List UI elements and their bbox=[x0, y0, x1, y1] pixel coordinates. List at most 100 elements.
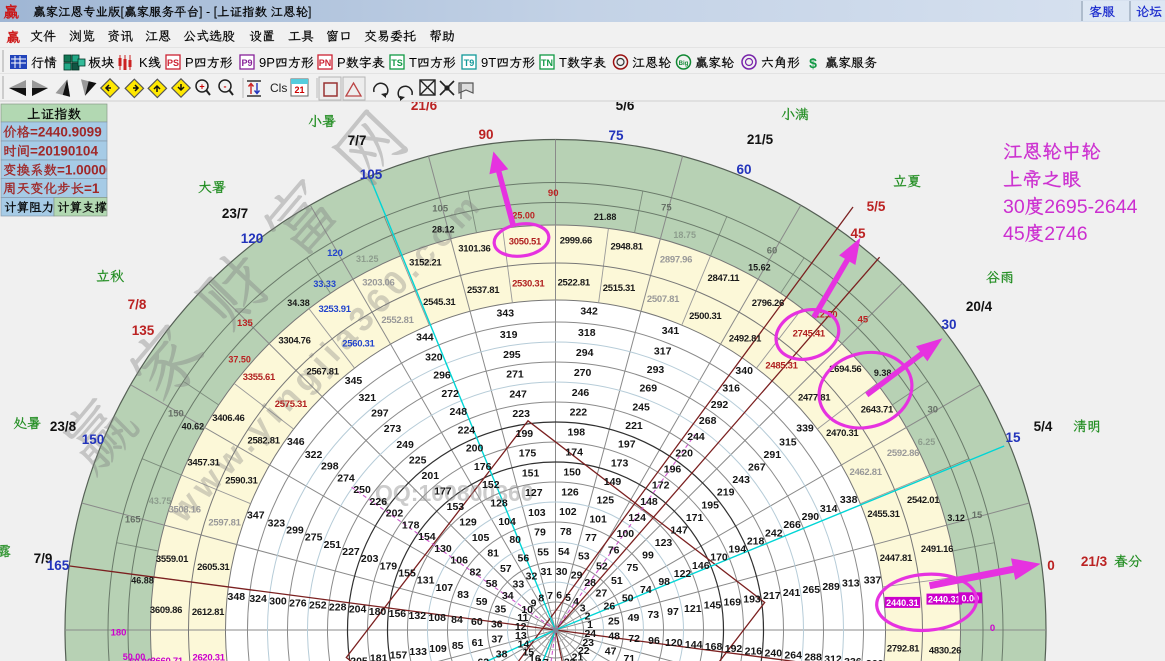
svg-text:223: 223 bbox=[512, 408, 530, 420]
svg-text:103: 103 bbox=[528, 507, 546, 519]
svg-text:293: 293 bbox=[647, 364, 665, 376]
svg-text:45: 45 bbox=[850, 226, 866, 241]
svg-text:76: 76 bbox=[608, 544, 620, 556]
svg-text:24: 24 bbox=[584, 628, 596, 640]
svg-text:294: 294 bbox=[576, 347, 594, 359]
svg-text:30: 30 bbox=[1003, 196, 1025, 218]
svg-text:2582.81: 2582.81 bbox=[247, 436, 280, 447]
svg-text:3457.31: 3457.31 bbox=[187, 457, 220, 468]
svg-text:131: 131 bbox=[417, 575, 435, 587]
svg-text:348: 348 bbox=[228, 591, 246, 603]
svg-text:315: 315 bbox=[779, 436, 797, 448]
svg-text:109: 109 bbox=[429, 643, 447, 655]
svg-text:248: 248 bbox=[450, 406, 468, 418]
svg-text:7: 7 bbox=[547, 590, 553, 602]
svg-text:2447.81: 2447.81 bbox=[880, 553, 913, 564]
svg-text:=20190104: =20190104 bbox=[30, 144, 98, 159]
svg-text:205: 205 bbox=[350, 656, 368, 661]
svg-text:135: 135 bbox=[132, 323, 155, 338]
svg-text:175: 175 bbox=[519, 448, 537, 460]
svg-text:2847.11: 2847.11 bbox=[708, 273, 741, 284]
svg-text:2455.31: 2455.31 bbox=[867, 509, 900, 520]
svg-text:75: 75 bbox=[661, 203, 672, 214]
svg-text:21.88: 21.88 bbox=[594, 212, 617, 222]
svg-text:299: 299 bbox=[286, 525, 304, 537]
svg-text:=2440.9099: =2440.9099 bbox=[30, 125, 102, 140]
svg-text:80: 80 bbox=[509, 534, 521, 546]
svg-text:298: 298 bbox=[321, 461, 339, 473]
svg-text:3050.51: 3050.51 bbox=[509, 236, 542, 247]
svg-text:58: 58 bbox=[486, 578, 498, 590]
svg-text:2477.81: 2477.81 bbox=[798, 392, 831, 403]
svg-text:Big: Big bbox=[679, 61, 689, 67]
svg-text:153: 153 bbox=[447, 501, 465, 513]
svg-text:33.33: 33.33 bbox=[313, 279, 336, 289]
svg-text:217: 217 bbox=[763, 590, 781, 602]
svg-text:196: 196 bbox=[664, 464, 682, 476]
svg-text:9T: 9T bbox=[481, 55, 496, 70]
svg-text:38: 38 bbox=[496, 649, 508, 661]
svg-text:31: 31 bbox=[540, 566, 552, 578]
svg-text:P: P bbox=[185, 55, 194, 70]
svg-text:3355.61: 3355.61 bbox=[243, 372, 276, 383]
svg-text:172: 172 bbox=[652, 480, 670, 492]
svg-text:242: 242 bbox=[765, 527, 783, 539]
svg-text:3152.21: 3152.21 bbox=[409, 258, 442, 269]
svg-text:25: 25 bbox=[608, 615, 620, 627]
svg-text:7/8: 7/8 bbox=[128, 297, 147, 312]
svg-text:246: 246 bbox=[572, 387, 590, 399]
svg-text:30: 30 bbox=[556, 566, 568, 578]
svg-text:275: 275 bbox=[305, 532, 323, 544]
svg-text:169: 169 bbox=[724, 597, 742, 609]
svg-text:270: 270 bbox=[574, 367, 592, 379]
svg-text:45: 45 bbox=[858, 315, 869, 326]
svg-text:3.12: 3.12 bbox=[947, 513, 965, 523]
svg-text:276: 276 bbox=[289, 597, 307, 609]
svg-text:2491.16: 2491.16 bbox=[921, 544, 953, 555]
svg-text:2492.81: 2492.81 bbox=[729, 333, 762, 344]
svg-text:6.25: 6.25 bbox=[918, 437, 936, 447]
svg-text:120: 120 bbox=[327, 248, 343, 259]
svg-text:104: 104 bbox=[498, 516, 516, 528]
svg-text:121: 121 bbox=[684, 603, 702, 615]
svg-text:201: 201 bbox=[422, 470, 440, 482]
svg-text:316: 316 bbox=[722, 383, 740, 395]
svg-text:173: 173 bbox=[611, 457, 629, 469]
svg-text:21/5: 21/5 bbox=[747, 132, 774, 147]
svg-text:321: 321 bbox=[359, 392, 377, 404]
svg-text:4: 4 bbox=[573, 596, 579, 608]
svg-text:251: 251 bbox=[324, 539, 342, 551]
svg-text:2470.31: 2470.31 bbox=[826, 428, 859, 439]
svg-text:90: 90 bbox=[548, 188, 559, 199]
svg-text:4830.26: 4830.26 bbox=[929, 646, 961, 657]
svg-text:] - [: ] - [ bbox=[199, 5, 218, 19]
svg-text:=1.00000: =1.00000 bbox=[57, 163, 114, 178]
svg-text:100: 100 bbox=[617, 528, 635, 540]
svg-text:2620.31: 2620.31 bbox=[192, 653, 225, 661]
svg-text:156: 156 bbox=[389, 608, 407, 620]
svg-text:49: 49 bbox=[628, 612, 640, 624]
svg-text:15: 15 bbox=[972, 510, 983, 521]
svg-text:60: 60 bbox=[736, 162, 751, 177]
svg-text:57: 57 bbox=[500, 563, 512, 575]
svg-text:322: 322 bbox=[305, 449, 323, 461]
svg-text:32: 32 bbox=[526, 571, 538, 583]
svg-text:2592.86: 2592.86 bbox=[887, 448, 919, 459]
svg-text:2545.31: 2545.31 bbox=[423, 297, 456, 308]
svg-text:2792.81: 2792.81 bbox=[887, 643, 920, 654]
svg-text:52: 52 bbox=[596, 561, 608, 573]
svg-text:47: 47 bbox=[605, 646, 617, 658]
svg-text:180: 180 bbox=[369, 606, 387, 618]
svg-text:29: 29 bbox=[571, 569, 583, 581]
svg-text:149: 149 bbox=[604, 476, 622, 488]
svg-text:97: 97 bbox=[667, 606, 679, 618]
svg-text:P: P bbox=[337, 55, 346, 70]
svg-text:105: 105 bbox=[360, 167, 383, 182]
svg-text:203: 203 bbox=[361, 553, 379, 565]
svg-text:323: 323 bbox=[268, 517, 286, 529]
svg-text:2948.81: 2948.81 bbox=[610, 242, 643, 253]
svg-text:75: 75 bbox=[627, 562, 639, 574]
svg-text:176: 176 bbox=[474, 461, 492, 473]
svg-text:21: 21 bbox=[294, 85, 304, 95]
svg-text:344: 344 bbox=[416, 331, 434, 343]
